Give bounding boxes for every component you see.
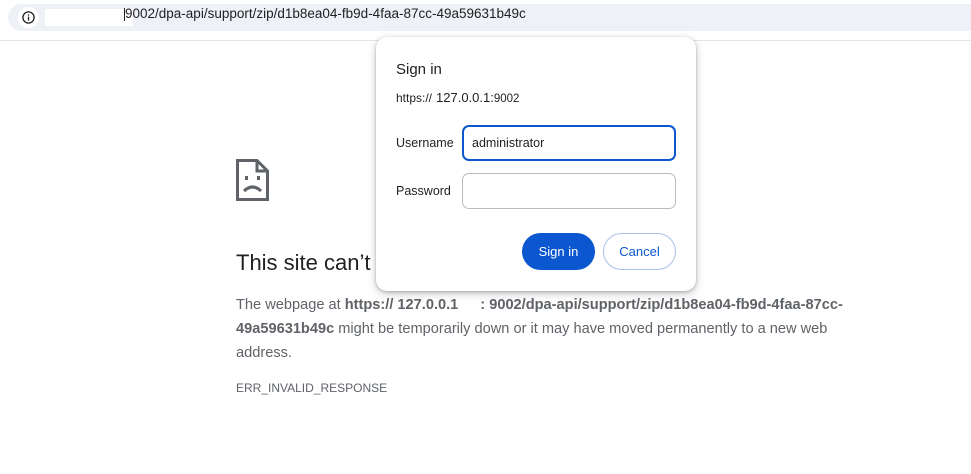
origin-port: 9002 [493, 93, 520, 105]
address-bar: 9002/dpa-api/support/zip/d1b8ea04-fb9d-4… [0, 0, 971, 41]
password-label: Password [396, 184, 451, 198]
redacted-host [45, 9, 133, 26]
error-message: The webpage at https:// 127.0.0.1: 9002/… [236, 293, 846, 365]
cancel-button[interactable]: Cancel [603, 233, 676, 270]
password-input[interactable] [462, 173, 676, 209]
username-input[interactable] [462, 125, 676, 161]
error-code: ERR_INVALID_RESPONSE [236, 381, 388, 395]
dialog-title: Sign in [396, 61, 442, 78]
info-icon [22, 11, 35, 24]
error-prefix: The webpage at [236, 297, 345, 313]
sad-page-icon [236, 159, 269, 206]
url-text[interactable]: 9002/dpa-api/support/zip/d1b8ea04-fb9d-4… [125, 6, 526, 21]
site-info-button[interactable] [18, 7, 39, 28]
error-host: https:// 127.0.0.1 [344, 297, 459, 313]
sign-in-dialog: Sign in https://127.0.0.1:9002 Username … [376, 37, 696, 291]
origin-host: 127.0.0.1: [436, 90, 494, 105]
dialog-origin: https://127.0.0.1:9002 [396, 90, 519, 105]
sign-in-button[interactable]: Sign in [522, 233, 595, 270]
error-title: This site can’t [236, 250, 371, 275]
origin-scheme: https:// [396, 91, 433, 105]
username-label: Username [396, 136, 454, 150]
